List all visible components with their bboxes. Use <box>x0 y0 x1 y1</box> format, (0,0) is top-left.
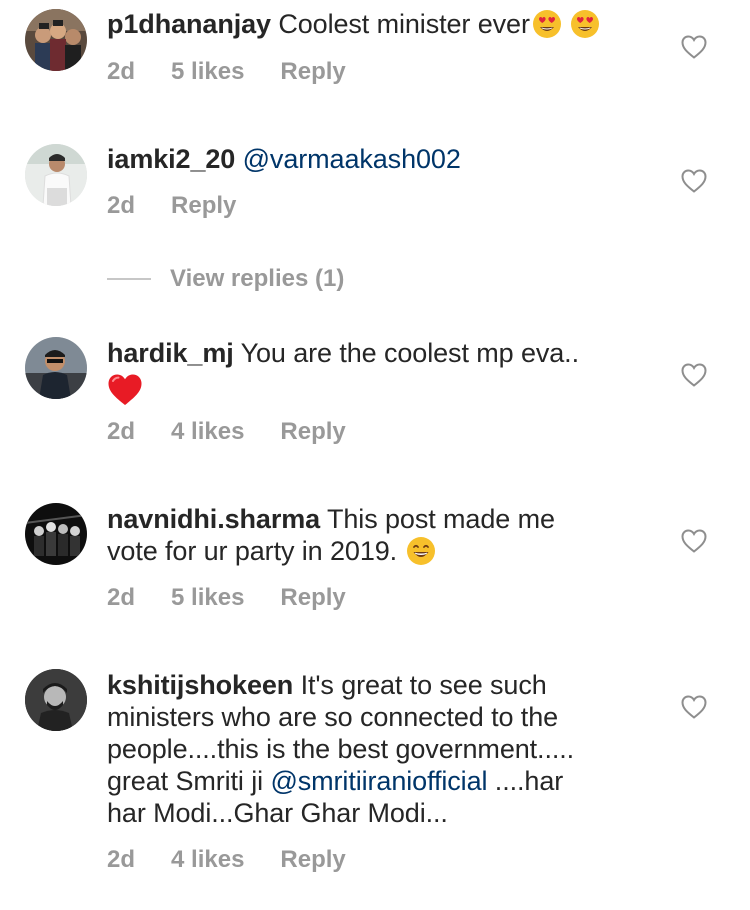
avatar[interactable] <box>25 9 87 71</box>
avatar[interactable] <box>25 503 87 565</box>
username[interactable]: p1dhananjay <box>107 9 271 39</box>
timestamp: 2d <box>107 584 136 611</box>
heart-outline-icon[interactable] <box>681 363 707 387</box>
mention-link[interactable]: @varmaakash002 <box>243 144 461 174</box>
avatar[interactable] <box>25 144 87 206</box>
avatar[interactable] <box>25 337 87 399</box>
comment-body: p1dhananjay Coolest minister ever <box>107 8 667 40</box>
username[interactable]: kshitijshokeen <box>107 670 293 700</box>
heart-outline-icon[interactable] <box>681 529 707 553</box>
likes-count[interactable]: 4 likes <box>171 418 244 445</box>
comment-meta: 2d 5 likes Reply <box>107 57 382 87</box>
comment-text: You are the coolest mp eva.. <box>233 338 580 368</box>
comment-body: navnidhi.sharma This post made me vote f… <box>107 503 667 567</box>
timestamp: 2d <box>107 846 136 873</box>
reply-button[interactable]: Reply <box>280 418 345 445</box>
view-replies[interactable]: View replies (1) <box>107 264 344 294</box>
comment-text-line: This post made me <box>320 504 555 534</box>
username[interactable]: iamki2_20 <box>107 144 235 174</box>
reply-button[interactable]: Reply <box>280 846 345 873</box>
grinning-emoji <box>406 536 436 566</box>
comment-text-line: It's great to see such <box>293 670 547 700</box>
likes-count[interactable]: 5 likes <box>171 58 244 85</box>
heart-eyes-emoji <box>570 9 600 39</box>
reply-button[interactable]: Reply <box>280 584 345 611</box>
likes-count[interactable]: 4 likes <box>171 846 244 873</box>
comment-text-line: ....har <box>487 766 564 796</box>
divider-line <box>107 278 151 280</box>
comment-text-line: vote for ur party in 2019. <box>107 536 405 566</box>
comment-body: iamki2_20 @varmaakash002 <box>107 143 667 175</box>
reply-button[interactable]: Reply <box>280 58 345 85</box>
reply-button[interactable]: Reply <box>171 192 236 219</box>
timestamp: 2d <box>107 192 136 219</box>
comment-meta: 2d Reply <box>107 191 272 221</box>
mention-link[interactable]: @smritiiraniofficial <box>270 766 487 796</box>
comment-body: kshitijshokeen It's great to see such mi… <box>107 669 667 829</box>
view-replies-label[interactable]: View replies (1) <box>170 265 344 293</box>
avatar[interactable] <box>25 669 87 731</box>
comment-text-line: great Smriti ji <box>107 766 271 796</box>
heart-outline-icon[interactable] <box>681 169 707 193</box>
comment-text: Coolest minister ever <box>270 9 530 39</box>
heart-eyes-emoji <box>532 9 562 39</box>
comment-body: hardik_mj You are the coolest mp eva.. <box>107 337 667 407</box>
heart-outline-icon[interactable] <box>681 35 707 59</box>
timestamp: 2d <box>107 418 136 445</box>
comment-text-line: people....this is the best government...… <box>107 734 575 764</box>
comment-meta: 2d 4 likes Reply <box>107 417 382 447</box>
timestamp: 2d <box>107 58 136 85</box>
username[interactable]: hardik_mj <box>107 338 234 368</box>
red-heart-emoji <box>107 373 143 407</box>
comment-meta: 2d 5 likes Reply <box>107 583 382 613</box>
comment-meta: 2d 4 likes Reply <box>107 845 382 875</box>
heart-outline-icon[interactable] <box>681 695 707 719</box>
comment-text-line: ministers who are so connected to the <box>107 702 559 732</box>
comment-text-line: har Modi...Ghar Ghar Modi... <box>107 798 448 828</box>
username[interactable]: navnidhi.sharma <box>107 504 320 534</box>
likes-count[interactable]: 5 likes <box>171 584 244 611</box>
